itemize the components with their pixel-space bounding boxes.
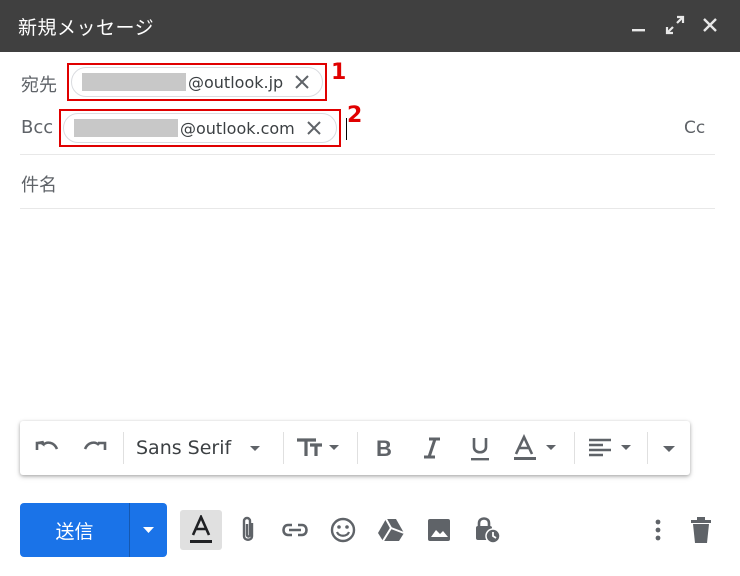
to-label: 宛先 bbox=[21, 75, 57, 96]
bcc-label: Bcc bbox=[21, 117, 54, 138]
subject-field[interactable]: 件名 bbox=[21, 171, 57, 197]
toolbar-separator bbox=[647, 432, 648, 464]
close-icon[interactable] bbox=[697, 12, 723, 38]
send-options-button[interactable] bbox=[130, 503, 167, 557]
undo-icon[interactable] bbox=[34, 434, 62, 462]
cc-link[interactable]: Cc bbox=[684, 118, 705, 138]
drive-icon[interactable] bbox=[373, 512, 409, 548]
font-size-icon[interactable] bbox=[294, 434, 346, 462]
divider bbox=[20, 208, 715, 209]
discard-icon[interactable] bbox=[683, 512, 719, 548]
toolbar-separator bbox=[123, 432, 124, 464]
callout-number-1: 1 bbox=[331, 60, 347, 85]
link-icon[interactable] bbox=[277, 512, 313, 548]
toolbar-separator bbox=[357, 432, 358, 464]
svg-text:B: B bbox=[376, 436, 392, 461]
compose-title: 新規メッセージ bbox=[18, 17, 155, 39]
divider bbox=[20, 154, 715, 155]
toolbar-separator bbox=[574, 432, 575, 464]
align-icon[interactable] bbox=[586, 434, 638, 462]
redo-icon[interactable] bbox=[80, 434, 108, 462]
attach-icon[interactable] bbox=[231, 512, 267, 548]
callout-box-2 bbox=[59, 109, 341, 147]
send-button-group: 送信 bbox=[20, 503, 167, 557]
more-formatting-icon[interactable] bbox=[658, 434, 680, 462]
font-select[interactable]: Sans Serif bbox=[136, 434, 265, 462]
message-body[interactable] bbox=[20, 212, 715, 412]
callout-box-1 bbox=[67, 63, 327, 101]
text-color-icon[interactable] bbox=[512, 434, 564, 462]
send-button[interactable]: 送信 bbox=[20, 503, 129, 557]
emoji-icon[interactable] bbox=[325, 512, 361, 548]
toolbar-separator bbox=[283, 432, 284, 464]
text-cursor bbox=[346, 118, 347, 140]
expand-icon[interactable] bbox=[662, 12, 688, 38]
confidential-mode-icon[interactable] bbox=[469, 512, 505, 548]
font-name: Sans Serif bbox=[136, 437, 232, 459]
callout-number-2: 2 bbox=[347, 103, 363, 128]
formatting-toolbar: Sans Serif B bbox=[20, 421, 690, 475]
bold-icon[interactable]: B bbox=[370, 434, 398, 462]
underline-icon[interactable] bbox=[466, 434, 494, 462]
formatting-options-icon[interactable] bbox=[180, 510, 222, 550]
italic-icon[interactable] bbox=[418, 434, 446, 462]
photo-icon[interactable] bbox=[421, 512, 457, 548]
more-options-icon[interactable] bbox=[640, 512, 676, 548]
compose-title-bar: 新規メッセージ bbox=[0, 0, 740, 52]
minimize-icon[interactable] bbox=[626, 12, 652, 38]
